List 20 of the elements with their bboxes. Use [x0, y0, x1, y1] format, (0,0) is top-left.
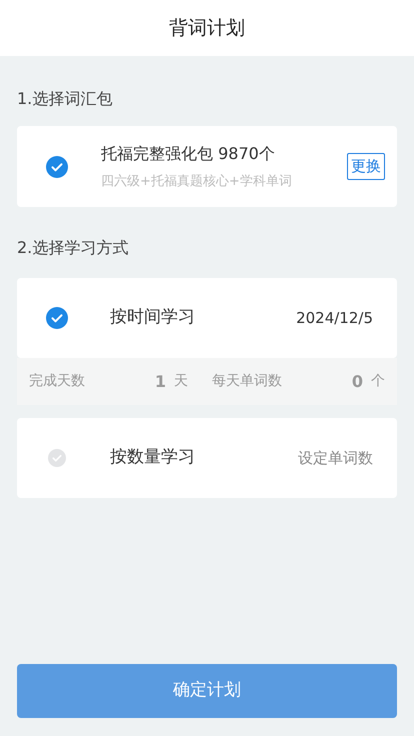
stat-label: 每天单词数 [212, 372, 282, 391]
stat-label: 完成天数 [29, 372, 85, 391]
method-title: 按数量学习 [110, 446, 195, 470]
change-button[interactable]: 更换 [347, 152, 385, 180]
check-icon[interactable] [46, 307, 68, 329]
date-value[interactable]: 2024/12/5 [296, 306, 373, 330]
confirm-button[interactable]: 确定计划 [17, 664, 397, 718]
stat-number: 0 [352, 370, 363, 392]
package-description: 四六级+托福真题核心+学科单词 [101, 172, 292, 191]
stat-unit: 个 [371, 372, 385, 391]
method-title: 按时间学习 [110, 306, 195, 330]
stat-number: 1 [154, 370, 166, 392]
section-label: 2.选择学习方式 [16, 237, 130, 259]
page-title: 背词计划 [0, 0, 414, 56]
check-icon[interactable] [48, 449, 66, 467]
check-icon[interactable] [46, 156, 68, 178]
word-count-field[interactable]: 设定单词数 [298, 446, 373, 470]
section-label: 1.选择词汇包 [16, 88, 114, 110]
package-name: 托福完整强化包 9870个 [101, 142, 276, 165]
stat-unit: 天 [174, 372, 188, 391]
